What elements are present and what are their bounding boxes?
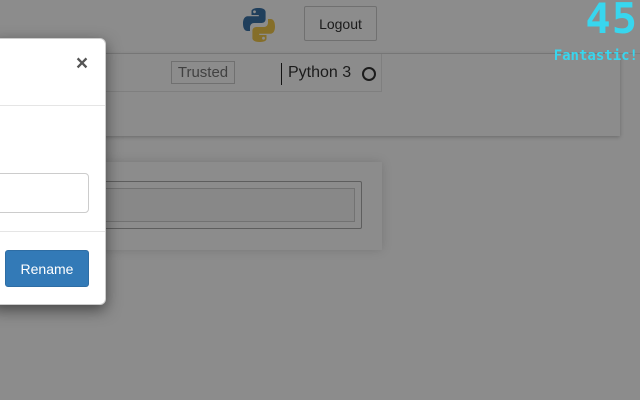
notebook-name-input[interactable] [0, 173, 89, 213]
dialog-footer-divider [0, 231, 105, 232]
rename-button[interactable]: Rename [5, 250, 89, 287]
rename-notebook-dialog: × Rename [0, 38, 106, 305]
close-icon[interactable]: × [71, 53, 93, 75]
dialog-header-divider [0, 105, 105, 106]
score-caption: Fantastic! [553, 48, 638, 64]
score-counter: 45 [585, 0, 638, 43]
